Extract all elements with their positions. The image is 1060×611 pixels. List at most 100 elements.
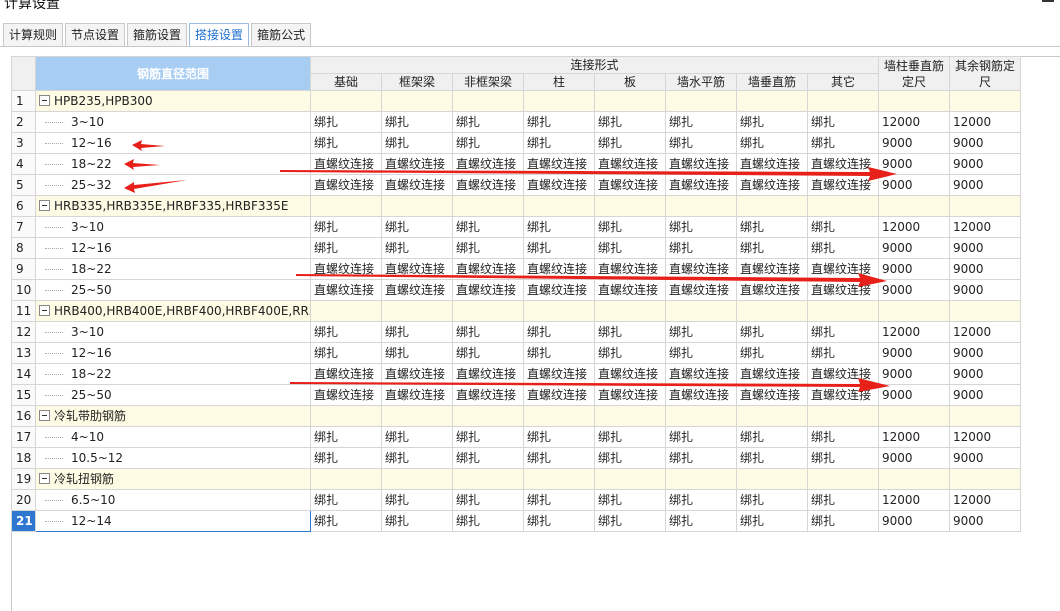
connection-cell[interactable] [594,405,666,427]
minimize-icon[interactable] [1042,0,1054,2]
connection-cell[interactable]: 绑扎 [310,132,382,154]
connection-cell[interactable]: 直螺纹连接 [452,258,524,280]
connection-cell[interactable]: 绑扎 [523,237,595,259]
other-length-cell[interactable]: 9000 [949,510,1022,532]
connection-cell[interactable]: 直螺纹连接 [523,279,595,301]
connection-cell[interactable]: 直螺纹连接 [736,153,808,175]
connection-cell[interactable] [736,300,808,322]
group-row[interactable]: 16 冷轧带肋钢筋 [11,405,1022,427]
diameter-range-cell[interactable]: 4~10 [35,426,311,448]
connection-cell[interactable]: 绑扎 [806,426,880,448]
steel-grade-group[interactable]: HRB335,HRB335E,HRBF335,HRBF335E [35,195,311,217]
diameter-range-header[interactable]: 钢筋直径范围 [35,56,311,91]
connection-cell[interactable] [452,300,524,322]
connection-cell[interactable]: 绑扎 [665,321,737,343]
diameter-range-cell[interactable]: 6.5~10 [35,489,311,511]
connection-cell[interactable]: 绑扎 [523,510,595,532]
connection-cell[interactable]: 绑扎 [736,132,808,154]
connection-cell[interactable]: 直螺纹连接 [665,363,737,385]
wall-column-length-cell[interactable]: 12000 [878,489,951,511]
connection-cell[interactable] [806,300,880,322]
other-length-cell[interactable] [949,300,1022,322]
diameter-range-cell[interactable]: 25~32 [35,174,311,196]
connection-cell[interactable] [452,90,524,112]
connection-cell[interactable]: 绑扎 [310,342,382,364]
tab-0[interactable]: 计算规则 [3,23,64,46]
connection-cell[interactable] [736,90,808,112]
row-number[interactable]: 7 [11,216,36,238]
connection-cell[interactable] [523,90,595,112]
group-row[interactable]: 6 HRB335,HRB335E,HRBF335,HRBF335E [11,195,1022,217]
connection-cell[interactable]: 直螺纹连接 [736,363,808,385]
connection-cell[interactable]: 绑扎 [381,510,453,532]
connection-cell[interactable]: 绑扎 [736,216,808,238]
row-number[interactable]: 5 [11,174,36,196]
collapse-icon[interactable] [39,473,50,484]
wall-column-length-cell[interactable]: 12000 [878,111,951,133]
table-row[interactable]: 13 12~16 绑扎 绑扎 绑扎 绑扎 绑扎 绑扎 绑扎 绑扎 9000 9000 [11,342,1022,364]
row-number[interactable]: 10 [11,279,36,301]
connection-cell[interactable]: 绑扎 [665,237,737,259]
connection-cell[interactable]: 直螺纹连接 [381,279,453,301]
connection-cell[interactable]: 绑扎 [310,489,382,511]
other-length-cell[interactable]: 9000 [949,342,1022,364]
connection-cell[interactable]: 直螺纹连接 [381,153,453,175]
other-length-cell[interactable] [949,468,1022,490]
row-number[interactable]: 4 [11,153,36,175]
connection-cell[interactable]: 直螺纹连接 [594,258,666,280]
connection-column-header[interactable]: 墙水平筋 [665,73,737,91]
collapse-icon[interactable] [39,410,50,421]
connection-cell[interactable]: 绑扎 [381,216,453,238]
connection-cell[interactable]: 直螺纹连接 [594,384,666,406]
row-number[interactable]: 16 [11,405,36,427]
table-row[interactable]: 14 18~22 直螺纹连接 直螺纹连接 直螺纹连接 直螺纹连接 直螺纹连接 直螺纹连接 直螺纹… [11,363,1022,385]
connection-cell[interactable] [310,468,382,490]
connection-cell[interactable]: 直螺纹连接 [806,258,880,280]
row-number[interactable]: 2 [11,111,36,133]
row-number[interactable]: 21 [11,510,36,532]
table-row[interactable]: 8 12~16 绑扎 绑扎 绑扎 绑扎 绑扎 绑扎 绑扎 绑扎 9000 9000 [11,237,1022,259]
connection-cell[interactable]: 绑扎 [594,216,666,238]
connection-cell[interactable]: 绑扎 [310,510,382,532]
connection-cell[interactable]: 直螺纹连接 [665,258,737,280]
connection-cell[interactable]: 直螺纹连接 [594,174,666,196]
other-length-cell[interactable] [949,405,1022,427]
connection-cell[interactable]: 绑扎 [310,237,382,259]
connection-cell[interactable]: 绑扎 [523,342,595,364]
other-length-cell[interactable]: 9000 [949,132,1022,154]
row-number[interactable]: 19 [11,468,36,490]
steel-grade-group[interactable]: HPB235,HPB300 [35,90,311,112]
wall-column-length-cell[interactable] [878,405,951,427]
connection-cell[interactable]: 绑扎 [806,447,880,469]
connection-cell[interactable] [523,195,595,217]
connection-cell[interactable]: 绑扎 [665,426,737,448]
group-row[interactable]: 1 HPB235,HPB300 [11,90,1022,112]
connection-cell[interactable]: 绑扎 [665,489,737,511]
connection-cell[interactable] [381,300,453,322]
other-length-cell[interactable]: 9000 [949,237,1022,259]
tab-4[interactable]: 箍筋公式 [251,23,312,46]
diameter-range-cell[interactable]: 10.5~12 [35,447,311,469]
connection-cell[interactable]: 绑扎 [736,237,808,259]
connection-cell[interactable] [665,300,737,322]
wall-column-length-header[interactable]: 墙柱垂直筋定尺 [878,56,951,91]
table-row[interactable]: 10 25~50 直螺纹连接 直螺纹连接 直螺纹连接 直螺纹连接 直螺纹连接 直螺纹连接 直螺纹… [11,279,1022,301]
connection-cell[interactable] [594,300,666,322]
connection-cell[interactable]: 绑扎 [594,510,666,532]
connection-cell[interactable]: 直螺纹连接 [523,384,595,406]
connection-cell[interactable]: 绑扎 [452,489,524,511]
connection-cell[interactable] [523,300,595,322]
wall-column-length-cell[interactable]: 9000 [878,447,951,469]
connection-cell[interactable]: 绑扎 [594,447,666,469]
row-number[interactable]: 20 [11,489,36,511]
connection-cell[interactable]: 绑扎 [736,426,808,448]
other-length-cell[interactable]: 12000 [949,489,1022,511]
table-row[interactable]: 15 25~50 直螺纹连接 直螺纹连接 直螺纹连接 直螺纹连接 直螺纹连接 直螺纹连接 直螺纹… [11,384,1022,406]
connection-cell[interactable]: 直螺纹连接 [665,174,737,196]
other-length-cell[interactable]: 12000 [949,426,1022,448]
wall-column-length-cell[interactable]: 9000 [878,153,951,175]
connection-cell[interactable]: 绑扎 [594,426,666,448]
other-length-header[interactable]: 其余钢筋定尺 [949,56,1022,91]
other-length-cell[interactable]: 9000 [949,384,1022,406]
connection-cell[interactable]: 绑扎 [665,216,737,238]
